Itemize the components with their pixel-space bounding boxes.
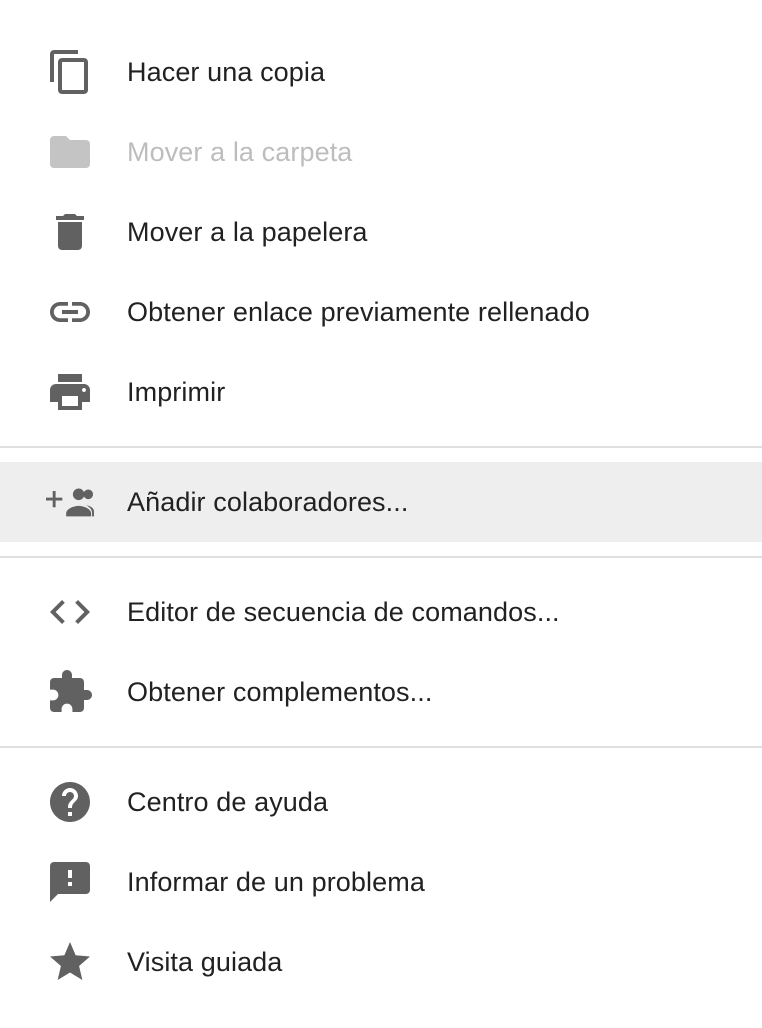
menu-item-move-to-folder[interactable]: Mover a la carpeta xyxy=(0,112,762,192)
menu-item-label: Obtener complementos... xyxy=(127,676,433,707)
menu-item-label: Centro de ayuda xyxy=(127,786,329,817)
menu-item-label: Visita guiada xyxy=(127,946,283,977)
menu-item-label: Mover a la papelera xyxy=(127,216,368,247)
help-icon xyxy=(46,782,94,822)
menu-item-report-problem[interactable]: Informar de un problema xyxy=(0,842,762,922)
code-icon xyxy=(46,592,94,632)
link-icon xyxy=(46,292,94,332)
star-icon xyxy=(46,942,94,982)
menu-item-script-editor[interactable]: Editor de secuencia de comandos... xyxy=(0,572,762,652)
menu-separator xyxy=(0,556,762,558)
menu-item-label: Mover a la carpeta xyxy=(127,136,353,167)
more-actions-menu: Hacer una copia Mover a la carpeta Mover… xyxy=(0,0,762,1028)
menu-item-print[interactable]: Imprimir xyxy=(0,352,762,432)
copy-icon xyxy=(46,50,94,94)
menu-item-label: Editor de secuencia de comandos... xyxy=(127,596,560,627)
menu-item-get-prefilled-link[interactable]: Obtener enlace previamente rellenado xyxy=(0,272,762,352)
puzzle-icon xyxy=(46,670,94,712)
menu-item-label: Imprimir xyxy=(127,376,226,407)
print-icon xyxy=(46,372,94,412)
trash-icon xyxy=(46,212,94,252)
menu-item-move-to-trash[interactable]: Mover a la papelera xyxy=(0,192,762,272)
menu-item-make-copy[interactable]: Hacer una copia xyxy=(0,32,762,112)
add-people-icon xyxy=(46,482,94,522)
menu-item-guided-tour[interactable]: Visita guiada xyxy=(0,922,762,1002)
menu-item-label: Obtener enlace previamente rellenado xyxy=(127,296,590,327)
feedback-icon xyxy=(46,862,94,902)
menu-item-label: Informar de un problema xyxy=(127,866,425,897)
menu-item-help-center[interactable]: Centro de ayuda xyxy=(0,762,762,842)
menu-item-get-add-ons[interactable]: Obtener complementos... xyxy=(0,652,762,732)
menu-item-label: Añadir colaboradores... xyxy=(127,486,409,517)
menu-separator xyxy=(0,746,762,748)
menu-item-label: Hacer una copia xyxy=(127,56,326,87)
folder-icon xyxy=(46,132,94,172)
menu-separator xyxy=(0,446,762,448)
menu-item-add-collaborators[interactable]: Añadir colaboradores... xyxy=(0,462,762,542)
